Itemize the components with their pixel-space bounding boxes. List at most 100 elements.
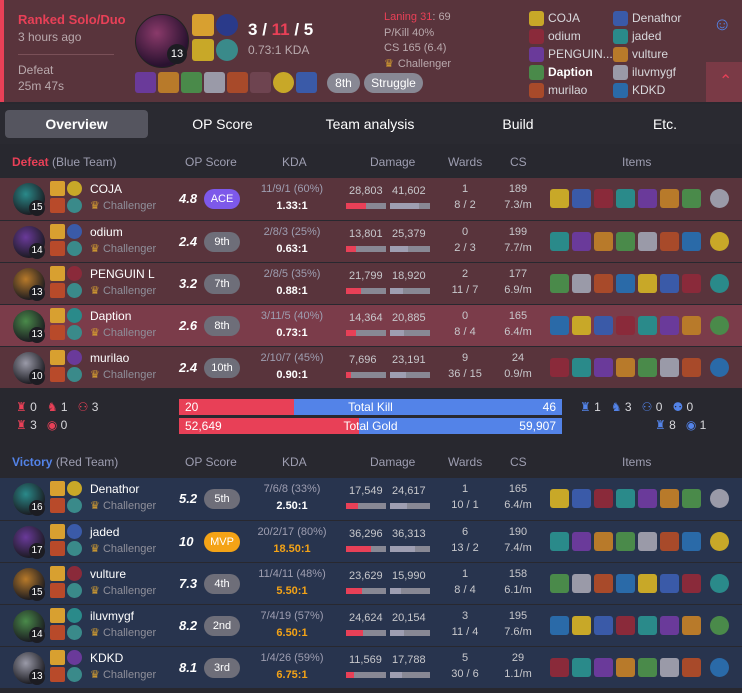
item-icon[interactable] (594, 274, 613, 293)
item-icon[interactable] (273, 72, 294, 93)
item-icon[interactable] (710, 189, 729, 208)
item-icon[interactable] (550, 574, 569, 593)
item-icon[interactable] (710, 316, 729, 335)
item-icon[interactable] (616, 232, 635, 251)
player-row[interactable]: 14 iluvmygf ♛ Challenger 8.2 2nd 7/4/19 … (0, 604, 742, 646)
item-icon[interactable] (550, 274, 569, 293)
item-icon[interactable] (550, 189, 569, 208)
player-name[interactable]: odium (90, 225, 123, 239)
tab-etc[interactable]: Etc. (592, 110, 738, 138)
item-icon[interactable] (594, 358, 613, 377)
item-icon[interactable] (616, 274, 635, 293)
item-icon[interactable] (638, 358, 657, 377)
item-icon[interactable] (682, 189, 701, 208)
player-row[interactable]: 13 KDKD ♛ Challenger 8.1 3rd 1/4/26 (59%… (0, 646, 742, 688)
item-icon[interactable] (710, 532, 729, 551)
player-name[interactable]: iluvmygf (90, 609, 134, 623)
item-icon[interactable] (572, 358, 591, 377)
item-icon[interactable] (135, 72, 156, 93)
item-icon[interactable] (710, 616, 729, 635)
item-icon[interactable] (594, 616, 613, 635)
player-list-item[interactable]: murilao (529, 81, 613, 99)
item-icon[interactable] (660, 232, 679, 251)
item-icon[interactable] (158, 72, 179, 93)
item-icon[interactable] (638, 532, 657, 551)
item-icon[interactable] (296, 72, 317, 93)
item-icon[interactable] (660, 316, 679, 335)
player-list-item[interactable]: Denathor (613, 9, 681, 27)
item-icon[interactable] (616, 316, 635, 335)
player-list-item[interactable]: COJA (529, 9, 613, 27)
add-friend-icon[interactable]: ☺ (713, 14, 737, 36)
item-icon[interactable] (638, 189, 657, 208)
player-list-item[interactable]: vulture (613, 45, 681, 63)
item-icon[interactable] (682, 316, 701, 335)
tab-team-analysis[interactable]: Team analysis (296, 110, 444, 138)
item-icon[interactable] (638, 232, 657, 251)
player-list-item[interactable]: jaded (613, 27, 681, 45)
player-row[interactable]: 14 odium ♛ Challenger 2.4 9th 2/8/3 (25%… (0, 220, 742, 262)
item-icon[interactable] (181, 72, 202, 93)
item-icon[interactable] (660, 274, 679, 293)
item-icon[interactable] (616, 658, 635, 677)
tab-op-score[interactable]: OP Score (150, 110, 295, 138)
item-icon[interactable] (682, 358, 701, 377)
player-name[interactable]: PENGUIN L (90, 267, 155, 281)
item-icon[interactable] (594, 316, 613, 335)
item-icon[interactable] (572, 489, 591, 508)
player-name[interactable]: murilao (90, 351, 129, 365)
item-icon[interactable] (710, 232, 729, 251)
item-icon[interactable] (638, 274, 657, 293)
item-icon[interactable] (550, 658, 569, 677)
player-row[interactable]: 13 PENGUIN L ♛ Challenger 3.2 7th 2/8/5 … (0, 262, 742, 304)
player-list-item[interactable]: odium (529, 27, 613, 45)
item-icon[interactable] (710, 489, 729, 508)
item-icon[interactable] (594, 532, 613, 551)
item-icon[interactable] (550, 232, 569, 251)
item-icon[interactable] (638, 316, 657, 335)
item-icon[interactable] (660, 489, 679, 508)
item-icon[interactable] (660, 616, 679, 635)
player-name[interactable]: Denathor (90, 482, 139, 496)
item-icon[interactable] (594, 232, 613, 251)
item-icon[interactable] (616, 358, 635, 377)
item-icon[interactable] (594, 489, 613, 508)
item-icon[interactable] (550, 316, 569, 335)
tab-overview[interactable]: Overview (5, 110, 148, 138)
item-icon[interactable] (638, 574, 657, 593)
item-icon[interactable] (710, 574, 729, 593)
item-icon[interactable] (572, 232, 591, 251)
item-icon[interactable] (594, 189, 613, 208)
item-icon[interactable] (594, 658, 613, 677)
item-icon[interactable] (660, 574, 679, 593)
item-icon[interactable] (682, 532, 701, 551)
item-icon[interactable] (572, 316, 591, 335)
item-icon[interactable] (204, 72, 225, 93)
player-name[interactable]: jaded (90, 525, 119, 539)
item-icon[interactable] (682, 616, 701, 635)
player-name[interactable]: vulture (90, 567, 126, 581)
item-icon[interactable] (550, 532, 569, 551)
player-row[interactable]: 10 murilao ♛ Challenger 2.4 10th 2/10/7 … (0, 346, 742, 388)
item-icon[interactable] (638, 616, 657, 635)
item-icon[interactable] (572, 532, 591, 551)
item-icon[interactable] (550, 489, 569, 508)
player-list-item[interactable]: KDKD (613, 81, 681, 99)
player-list-item[interactable]: PENGUIN... (529, 45, 613, 63)
player-list-item[interactable]: iluvmygf (613, 63, 681, 81)
player-name[interactable]: KDKD (90, 651, 123, 665)
player-list-item[interactable]: Daption (529, 63, 613, 81)
item-icon[interactable] (710, 658, 729, 677)
item-icon[interactable] (572, 658, 591, 677)
player-name[interactable]: Daption (90, 309, 131, 323)
item-icon[interactable] (250, 72, 271, 93)
player-row[interactable]: 15 vulture ♛ Challenger 7.3 4th 11/4/11 … (0, 562, 742, 604)
item-icon[interactable] (682, 658, 701, 677)
player-row[interactable]: 13 Daption ♛ Challenger 2.6 8th 3/11/5 (… (0, 304, 742, 346)
item-icon[interactable] (682, 232, 701, 251)
item-icon[interactable] (227, 72, 248, 93)
item-icon[interactable] (660, 358, 679, 377)
item-icon[interactable] (638, 658, 657, 677)
item-icon[interactable] (660, 189, 679, 208)
item-icon[interactable] (616, 574, 635, 593)
